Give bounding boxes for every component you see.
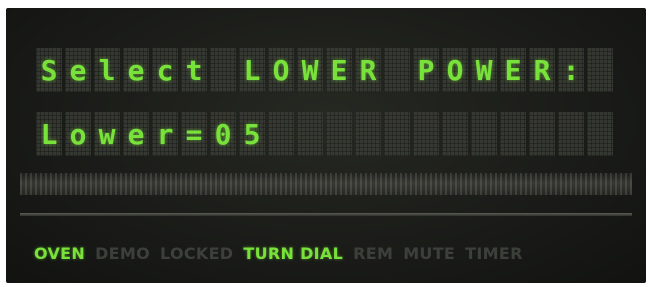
dot-matrix-cell bbox=[355, 112, 381, 156]
display-char: E bbox=[504, 54, 522, 87]
display-char: O bbox=[272, 54, 290, 87]
display-char: o bbox=[69, 118, 87, 151]
dot-matrix-cell bbox=[297, 112, 323, 156]
status-indicator-bar: OVEN DEMO LOCKED TURN DIAL REM MUTE TIME… bbox=[34, 244, 523, 263]
display-char: = bbox=[185, 118, 203, 151]
display-char: E bbox=[330, 54, 348, 87]
display-char: O bbox=[446, 54, 464, 87]
display-char: : bbox=[562, 54, 580, 87]
dot-matrix-cell bbox=[587, 48, 613, 92]
status-turn-dial: TURN DIAL bbox=[243, 244, 344, 263]
display-divider bbox=[20, 213, 632, 216]
dot-matrix-cell bbox=[558, 112, 584, 156]
dot-matrix-cell bbox=[442, 112, 468, 156]
display-char: P bbox=[417, 54, 435, 87]
display-char: e bbox=[127, 54, 145, 87]
dot-matrix-cell bbox=[587, 112, 613, 156]
dot-matrix-cell bbox=[326, 112, 352, 156]
status-timer: TIMER bbox=[465, 244, 523, 263]
display-char: e bbox=[127, 118, 145, 151]
display-char: S bbox=[40, 54, 58, 87]
display-char: R bbox=[359, 54, 377, 87]
display-divider-texture bbox=[20, 173, 632, 195]
display-char: W bbox=[475, 54, 493, 87]
display-char bbox=[210, 54, 236, 87]
status-locked: LOCKED bbox=[160, 244, 234, 263]
dot-matrix-cell bbox=[413, 112, 439, 156]
display-char: r bbox=[156, 118, 174, 151]
display-char: W bbox=[301, 54, 319, 87]
display-char: c bbox=[156, 54, 174, 87]
display-char: L bbox=[243, 54, 261, 87]
display-char: e bbox=[69, 54, 87, 87]
display-char: l bbox=[98, 54, 116, 87]
status-oven: OVEN bbox=[34, 244, 86, 263]
display-char: t bbox=[185, 54, 203, 87]
display-line-1: Select LOWER POWER: bbox=[36, 54, 584, 87]
dot-matrix-cell bbox=[268, 112, 294, 156]
dot-matrix-cell bbox=[529, 112, 555, 156]
display-char: 5 bbox=[243, 118, 261, 151]
dot-matrix-cell bbox=[500, 112, 526, 156]
dot-matrix-cell bbox=[471, 112, 497, 156]
oven-display-panel: Select LOWER POWER: Lo w e r = 0 5 OVEN DEMO L… bbox=[6, 8, 646, 283]
display-line-2: Lo w e r = 0 5 bbox=[36, 118, 265, 151]
display-char: 0 bbox=[214, 118, 232, 151]
display-char: w bbox=[98, 118, 116, 151]
status-mute: MUTE bbox=[403, 244, 456, 263]
display-char: L bbox=[40, 118, 58, 151]
display-char: R bbox=[533, 54, 551, 87]
status-demo: DEMO bbox=[95, 244, 151, 263]
status-rem: REM bbox=[353, 244, 394, 263]
display-char bbox=[384, 54, 410, 87]
dot-matrix-cell bbox=[384, 112, 410, 156]
